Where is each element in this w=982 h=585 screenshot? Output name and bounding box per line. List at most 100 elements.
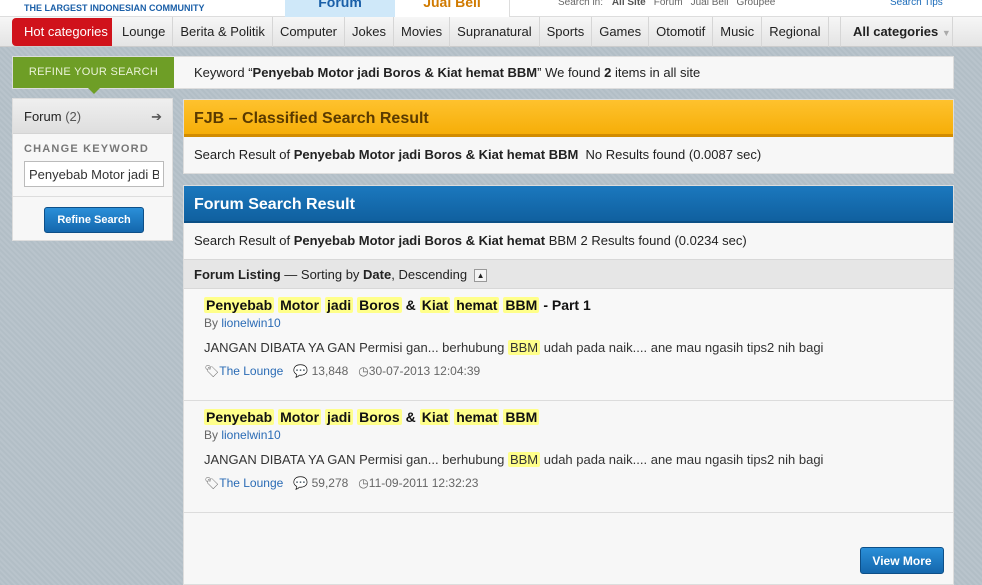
list-item: Penyebab Motor jadi Boros & Kiat hemat BBM - Par… — [184, 289, 953, 401]
nav-item-supranatural[interactable]: Supranatural — [450, 17, 540, 47]
sort-prefix: — Sorting by — [280, 267, 364, 282]
forum-keyword: Penyebab Motor jadi Boros & Kiat hemat — [293, 233, 546, 248]
title-word-highlight: BBM — [503, 409, 540, 425]
search-in-label: Search in: — [558, 0, 604, 8]
kw-prefix: Keyword “ — [194, 65, 253, 80]
hot-categories-button[interactable]: Hot categories — [12, 18, 112, 46]
collapse-icon[interactable]: ▲ — [474, 269, 488, 283]
refine-search-button[interactable]: Refine Search — [44, 207, 144, 233]
snippet-text: JANGAN DIBATA YA GAN Permisi gan... berh… — [204, 340, 508, 355]
nav-item-jokes[interactable]: Jokes — [345, 17, 394, 47]
title-word-highlight: Penyebab — [204, 409, 275, 425]
sidebar-item-forum[interactable]: Forum (2) ➔ — [13, 99, 172, 134]
search-in-forum[interactable]: Forum — [654, 0, 683, 8]
fjb-keyword: Penyebab Motor jadi Boros & Kiat hemat B… — [293, 147, 579, 162]
forum-result-line: Search Result of Penyebab Motor jadi Bor… — [184, 223, 953, 259]
search-tips-link[interactable]: Search Tips — [890, 0, 943, 8]
author-link[interactable]: lionelwin10 — [221, 428, 280, 442]
kw-mid: ” We found — [537, 65, 605, 80]
category-nav: Hot categories Lounge Berita & Politik Com… — [0, 17, 982, 47]
clock-icon: ◷ — [358, 364, 369, 378]
title-word-highlight: jadi — [325, 409, 354, 425]
snippet-text: udah pada naik.... ane mau ngasih tips2 … — [540, 452, 824, 467]
thread-author: By lionelwin10 — [204, 316, 953, 330]
by-label: By — [204, 316, 222, 330]
fjb-title: FJB – Classified Search Result — [184, 100, 953, 137]
search-in: Search in: All Site Forum Jual Beli Groupee — [558, 0, 775, 8]
title-word-highlight: Motor — [278, 409, 322, 425]
tag-icon: 🏷 — [204, 476, 220, 490]
title-word-highlight: Kiat — [419, 409, 451, 425]
comment-icon: 💬 — [293, 476, 309, 490]
title-word-highlight: Penyebab — [204, 297, 275, 313]
all-categories-dropdown[interactable]: All categories ▼ — [840, 17, 953, 47]
nav-item-computer[interactable]: Computer — [273, 17, 346, 47]
forum-listing-bar: Forum Listing — Sorting by Date, Descend… — [184, 259, 953, 289]
snippet-text: udah pada naik.... ane mau ngasih tips2 … — [540, 340, 824, 355]
sort-field[interactable]: Date — [363, 267, 391, 282]
keyword-input[interactable] — [24, 161, 164, 187]
thread-author: By lionelwin10 — [204, 428, 953, 442]
forum-prefix: Search Result of — [194, 233, 294, 248]
thread-title-link[interactable]: Penyebab Motor jadi Boros & Kiat hemat BBM - Par… — [204, 297, 953, 313]
title-word-highlight: hemat — [454, 297, 500, 313]
thread-title-link[interactable]: Penyebab Motor jadi Boros & Kiat hemat BBM — [204, 409, 953, 425]
tab-jual-beli[interactable]: Jual Beli — [395, 0, 510, 17]
tag-icon: 🏷 — [204, 364, 220, 378]
refine-sidebar: Forum (2) ➔ CHANGE KEYWORD Refine Search — [12, 98, 173, 241]
by-label: By — [204, 428, 222, 442]
snippet-text: JANGAN DIBATA YA GAN Permisi gan... berh… — [204, 452, 508, 467]
author-link[interactable]: lionelwin10 — [221, 316, 280, 330]
search-in-jual-beli[interactable]: Jual Beli — [691, 0, 729, 8]
refine-bar: REFINE YOUR SEARCH Keyword “Penyebab Mot… — [12, 56, 954, 94]
thread-date: 11-09-2011 12:32:23 — [368, 476, 479, 490]
listing-label: Forum Listing — [194, 267, 281, 282]
nav-item-movies[interactable]: Movies — [394, 17, 451, 47]
kw-suffix: items in all site — [611, 65, 701, 80]
caret-down-icon: ▼ — [941, 28, 951, 38]
forum-title: Forum Search Result — [184, 186, 953, 223]
nav-item-games[interactable]: Games — [592, 17, 650, 47]
nav-item-lounge[interactable]: Lounge — [115, 17, 174, 47]
fjb-result: No Results found (0.0087 sec) — [585, 147, 762, 162]
nav-item-otomotif[interactable]: Otomotif — [649, 17, 714, 47]
title-word: & — [405, 297, 416, 313]
title-word-highlight: Motor — [278, 297, 322, 313]
refine-your-search-label: REFINE YOUR SEARCH — [13, 57, 174, 94]
thread-snippet: JANGAN DIBATA YA GAN Permisi gan... berh… — [204, 340, 953, 355]
view-more-button[interactable]: View More — [860, 547, 944, 574]
nav-item-sports[interactable]: Sports — [540, 17, 593, 47]
search-in-all-site[interactable]: All Site — [612, 0, 646, 8]
comment-icon: 💬 — [293, 364, 309, 378]
thread-date: 30-07-2013 12:04:39 — [368, 364, 481, 378]
thread-meta: 🏷The Lounge 💬 59,278 ◷11-09-2011 12:32:23 — [204, 476, 953, 490]
forum-panel: Forum Search Result Search Result of Pen… — [183, 185, 954, 585]
tab-forum[interactable]: Forum — [285, 0, 395, 17]
list-item: Penyebab Motor jadi Boros & Kiat hemat BBM By l… — [184, 401, 953, 513]
keyword-summary: Keyword “Penyebab Motor jadi Boros & Kia… — [194, 57, 700, 88]
logo-tagline: THE LARGEST INDONESIAN COMMUNITY — [24, 3, 205, 13]
fjb-prefix: Search Result of — [194, 147, 294, 162]
thread-meta: 🏷The Lounge 💬 13,848 ◷30-07-2013 12:04:39 — [204, 364, 953, 378]
category-link[interactable]: The Lounge — [219, 364, 283, 378]
forum-count: (2) — [65, 109, 82, 124]
nav-item-berita-politik[interactable]: Berita & Politik — [173, 17, 273, 47]
divider — [13, 196, 172, 197]
title-word-highlight: Boros — [357, 297, 402, 313]
nav-item-regional[interactable]: Regional — [762, 17, 829, 47]
forum-keyword-tail: BBM — [548, 233, 577, 248]
arrow-right-icon: ➔ — [151, 109, 162, 124]
snippet-highlight: BBM — [507, 452, 541, 467]
reply-count: 13,848 — [311, 364, 349, 378]
snippet-highlight: BBM — [507, 340, 541, 355]
fjb-panel: FJB – Classified Search Result Search Re… — [183, 99, 954, 174]
title-word-highlight: jadi — [325, 297, 354, 313]
title-word-highlight: BBM — [503, 297, 540, 313]
search-in-groupee[interactable]: Groupee — [736, 0, 775, 8]
keyword: Penyebab Motor jadi Boros & Kiat hemat B… — [252, 65, 538, 80]
title-word: & — [405, 409, 416, 425]
nav-item-music[interactable]: Music — [713, 17, 763, 47]
category-link[interactable]: The Lounge — [219, 476, 283, 490]
change-keyword-label: CHANGE KEYWORD — [24, 143, 149, 155]
title-word-highlight: hemat — [454, 409, 500, 425]
